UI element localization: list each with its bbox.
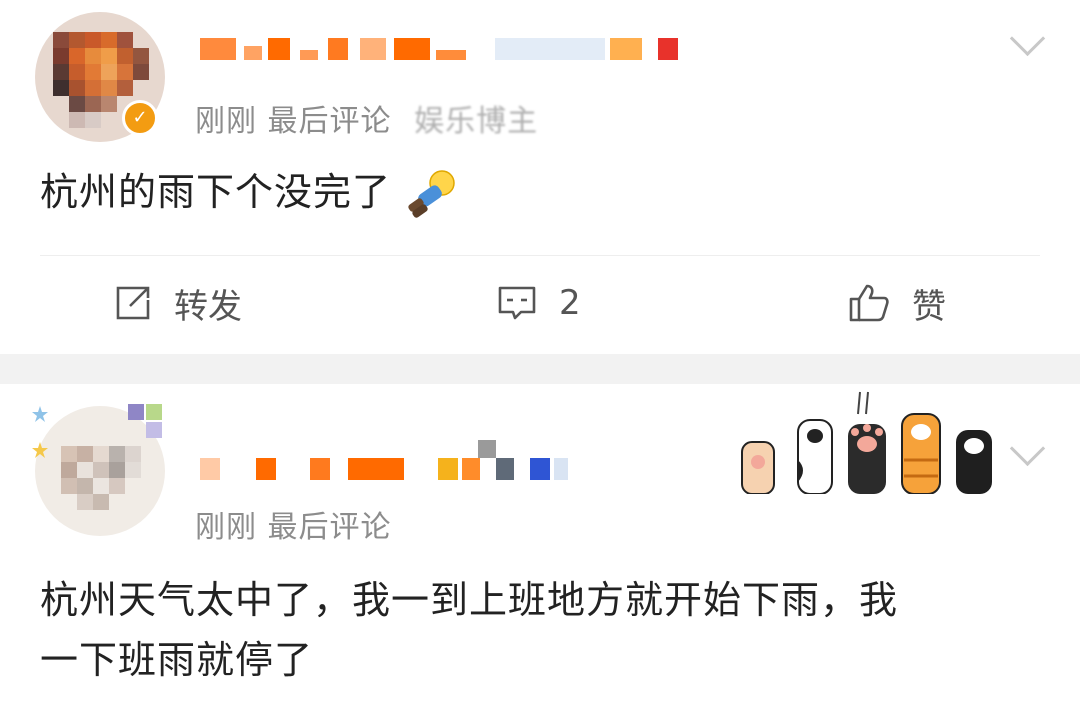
like-label: 赞: [912, 286, 946, 327]
like-button[interactable]: 赞: [848, 283, 946, 327]
comment-text-line-1: 杭州天气太中了，我一到上班地方就开始下雨，我: [40, 578, 899, 622]
comment-meta: 刚刚 最后评论 娱乐博主: [195, 96, 538, 140]
comment-card-2: 刚刚 最后评论 杭州天气太中了，我一到上班地方就开始下雨，我 一下班雨就停了: [0, 384, 1080, 722]
card-separator: [0, 354, 1080, 384]
username-blurred[interactable]: [200, 38, 700, 60]
avatar-pixel-accent: [128, 404, 164, 440]
like-icon: [849, 284, 889, 322]
comment-text: 杭州的雨下个没完了: [40, 170, 392, 214]
chevron-down-icon[interactable]: [1009, 20, 1046, 57]
comment-content: 杭州的雨下个没完了: [40, 162, 456, 222]
comment-source: 娱乐博主: [414, 104, 539, 139]
last-comment-label: 最后评论: [267, 510, 392, 545]
comment-icon: [498, 286, 536, 320]
repost-label: 转发: [174, 286, 242, 327]
chevron-down-icon[interactable]: [1009, 430, 1046, 467]
comment-button[interactable]: 2: [497, 283, 581, 323]
comment-meta: 刚刚 最后评论: [195, 502, 392, 546]
comment-time: 刚刚: [195, 510, 257, 545]
comment-count: 2: [559, 283, 581, 323]
comment-card-1: ✓ 刚刚 最后评论 娱乐博主 杭州的雨下个没完了 转发 2 赞: [0, 0, 1080, 354]
username-blurred[interactable]: [200, 440, 580, 480]
repost-icon: [116, 286, 150, 320]
verified-badge-icon: ✓: [122, 100, 158, 136]
last-comment-label: 最后评论: [267, 104, 392, 139]
cat-paws-sticker: [741, 391, 992, 494]
comment-text-line-2: 一下班雨就停了: [40, 638, 314, 682]
repost-button[interactable]: 转发: [114, 283, 242, 327]
star-decoration-icon: [32, 406, 48, 458]
sleepy-emoji-icon: [408, 169, 455, 218]
comment-time: 刚刚: [195, 104, 257, 139]
comment-content: 杭州天气太中了，我一到上班地方就开始下雨，我 一下班雨就停了: [40, 570, 898, 690]
divider: [40, 255, 1040, 256]
